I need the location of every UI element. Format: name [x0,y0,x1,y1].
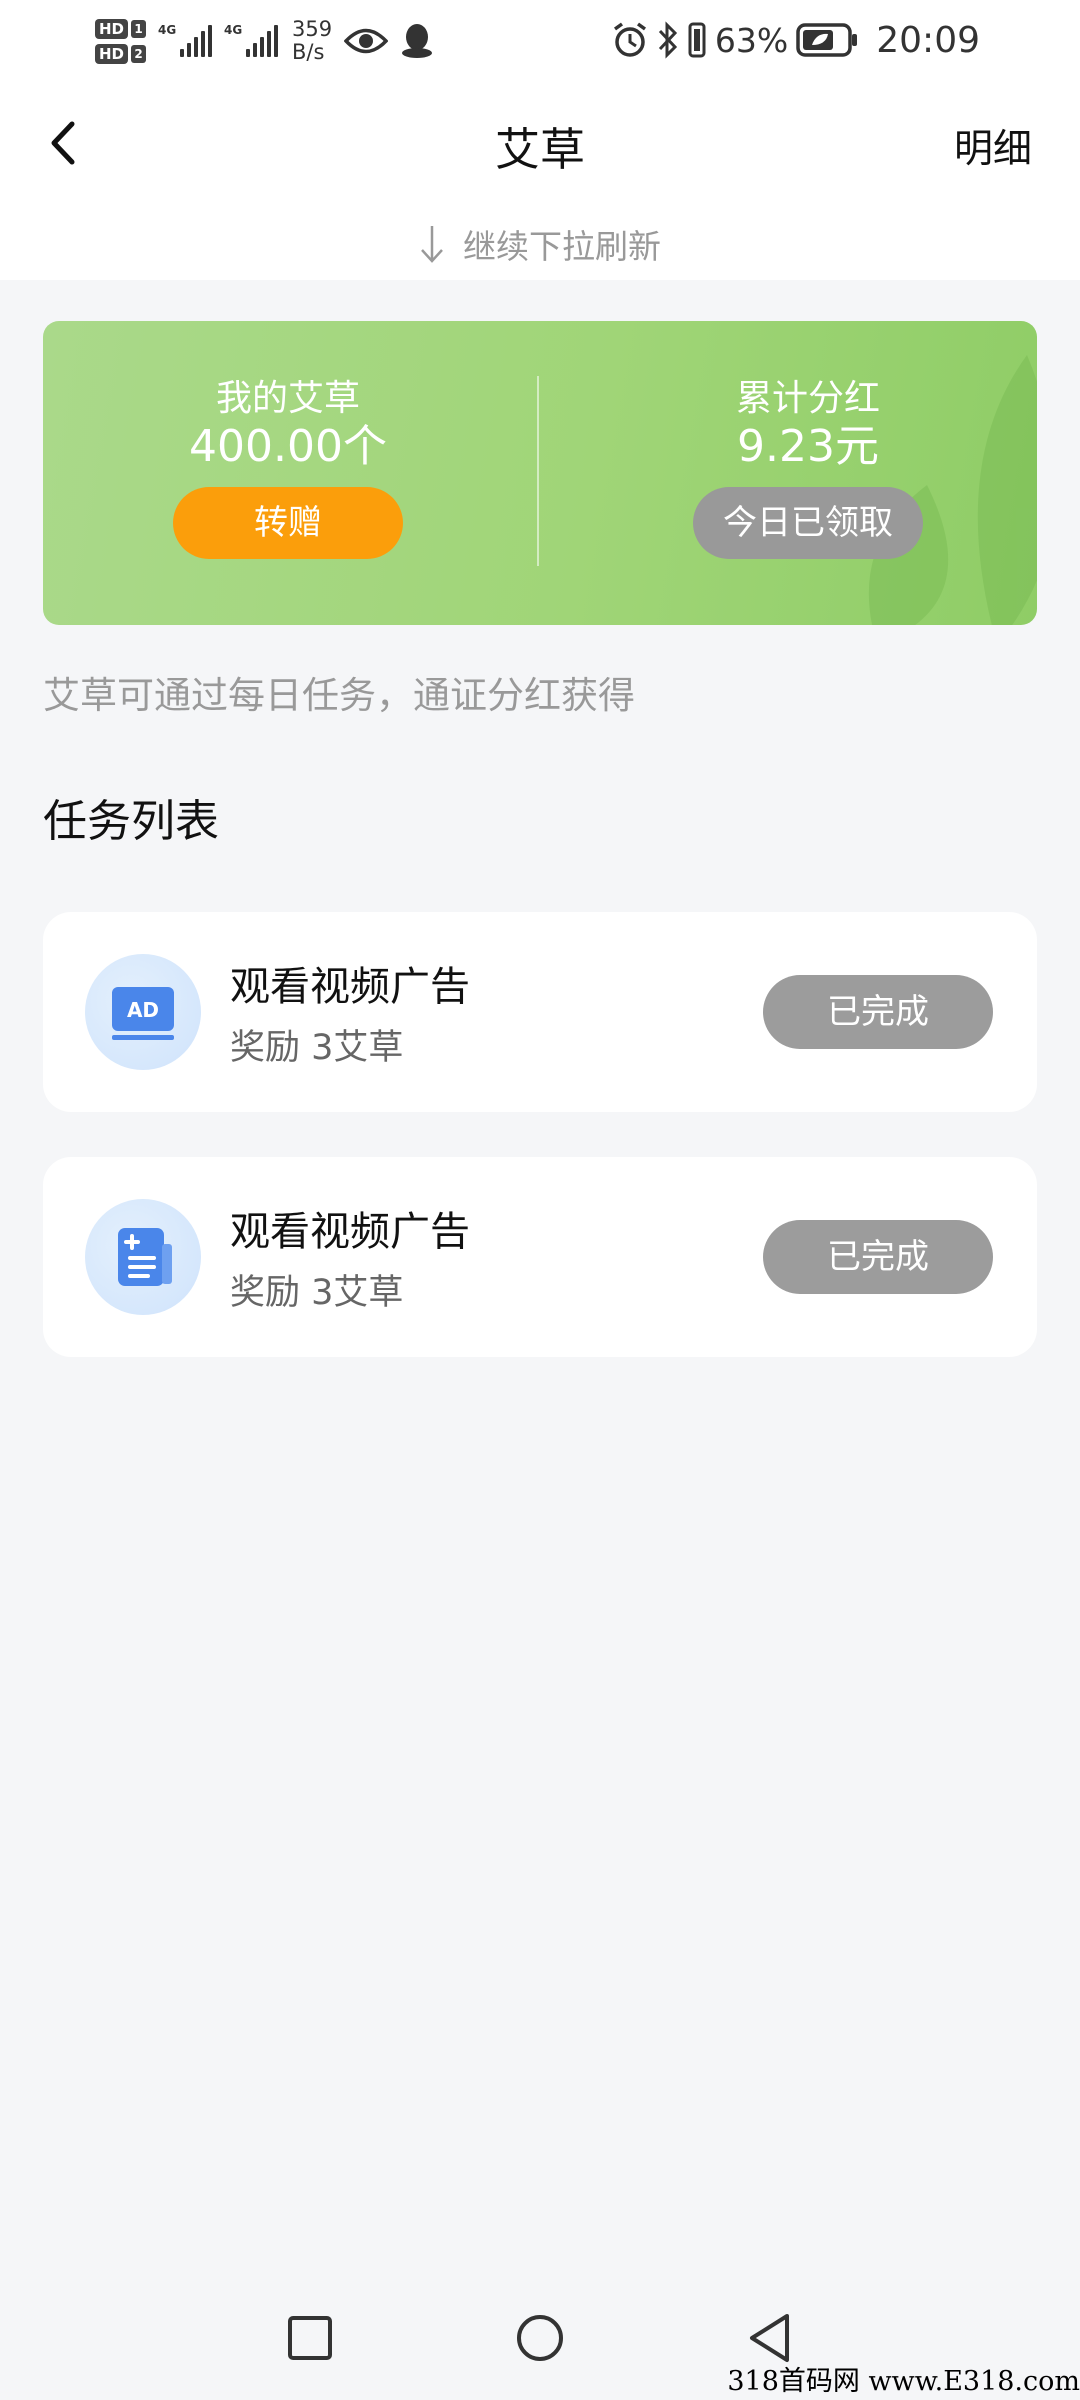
status-bar: HD 1 HD 2 4G 4G 359 B/s 63% 20:09 [0,0,1080,80]
hd-badge: HD [95,18,129,39]
vibrate-icon [687,21,707,59]
detail-link[interactable]: 明细 [954,118,1032,174]
eye-icon [344,26,389,56]
recent-apps-button[interactable] [250,2275,370,2400]
signal-1-icon: 4G [158,21,213,61]
task-reward: 奖励 3艾草 [230,1273,404,1313]
signal-tag: 4G [158,23,177,37]
signal-tag: 4G [224,23,243,37]
status-left: HD 1 HD 2 4G 4G 359 B/s [95,8,434,74]
qq-icon [400,22,434,60]
sim-1: HD 1 [95,18,147,39]
network-speed-unit: B/s [292,40,325,64]
transfer-button[interactable]: 转赠 [173,487,403,559]
svg-text:AD: AD [127,998,159,1022]
network-speed-value: 359 [292,17,333,41]
square-icon [288,2315,332,2360]
hd-badge: HD [95,43,129,64]
pull-refresh-hint: 继续下拉刷新 [0,220,1080,268]
watermark: 318首码网 www.E318.com [727,2366,1080,2397]
task-list-title: 任务列表 [43,796,219,847]
clock: 20:09 [876,19,980,61]
circle-icon [517,2314,563,2361]
task-status-button[interactable]: 已完成 [763,975,993,1049]
arrow-down-icon [421,226,443,263]
triangle-back-icon [750,2313,789,2362]
task-reward: 奖励 3艾草 [230,1028,404,1068]
navigation-bar: 318首码网 www.E318.com [0,2275,1080,2400]
sim-2: HD 2 [95,43,147,64]
my-balance-label: 我的艾草 [215,378,360,419]
signal-2-icon: 4G [224,21,279,61]
dividend-section: 累计分红 9.23元 今日已领取 [573,377,1037,559]
dividend-value: 9.23元 [737,421,879,472]
info-text: 艾草可通过每日任务，通证分红获得 [43,674,635,717]
task-status-button[interactable]: 已完成 [763,1220,993,1294]
refresh-hint-text: 继续下拉刷新 [463,227,661,266]
bluetooth-icon [657,21,679,59]
sim-number: 2 [131,44,147,63]
screen: HD 1 HD 2 4G 4G 359 B/s 63% 20:09 艾草 明细 … [0,0,1080,2400]
sim-indicators: HD 1 HD 2 [95,18,147,64]
task-card: 观看视频广告 奖励 3艾草 已完成 [43,1157,1037,1357]
my-balance-section: 我的艾草 400.00个 转赠 [53,377,523,559]
task-title: 观看视频广告 [230,1209,470,1255]
summary-card: 我的艾草 400.00个 转赠 累计分红 9.23元 今日已领取 [43,321,1037,625]
task-list-icon [85,1199,201,1315]
dividend-label: 累计分红 [735,378,880,419]
battery-icon [796,23,858,57]
alarm-icon [611,21,649,59]
sim-number: 1 [131,19,147,38]
network-speed: 359 B/s [292,18,332,64]
claimed-today-button[interactable]: 今日已领取 [693,487,923,559]
battery-percent: 63% [714,20,789,60]
task-card: AD 观看视频广告 奖励 3艾草 已完成 [43,912,1037,1112]
status-right: 63% 20:09 [611,12,980,68]
task-title: 观看视频广告 [230,964,470,1010]
my-balance-value: 400.00个 [189,421,387,472]
header: 艾草 明细 继续下拉刷新 [0,80,1080,280]
card-divider [537,376,539,566]
page-title: 艾草 [494,123,585,176]
home-button[interactable] [480,2275,600,2400]
ad-icon: AD [85,954,201,1070]
